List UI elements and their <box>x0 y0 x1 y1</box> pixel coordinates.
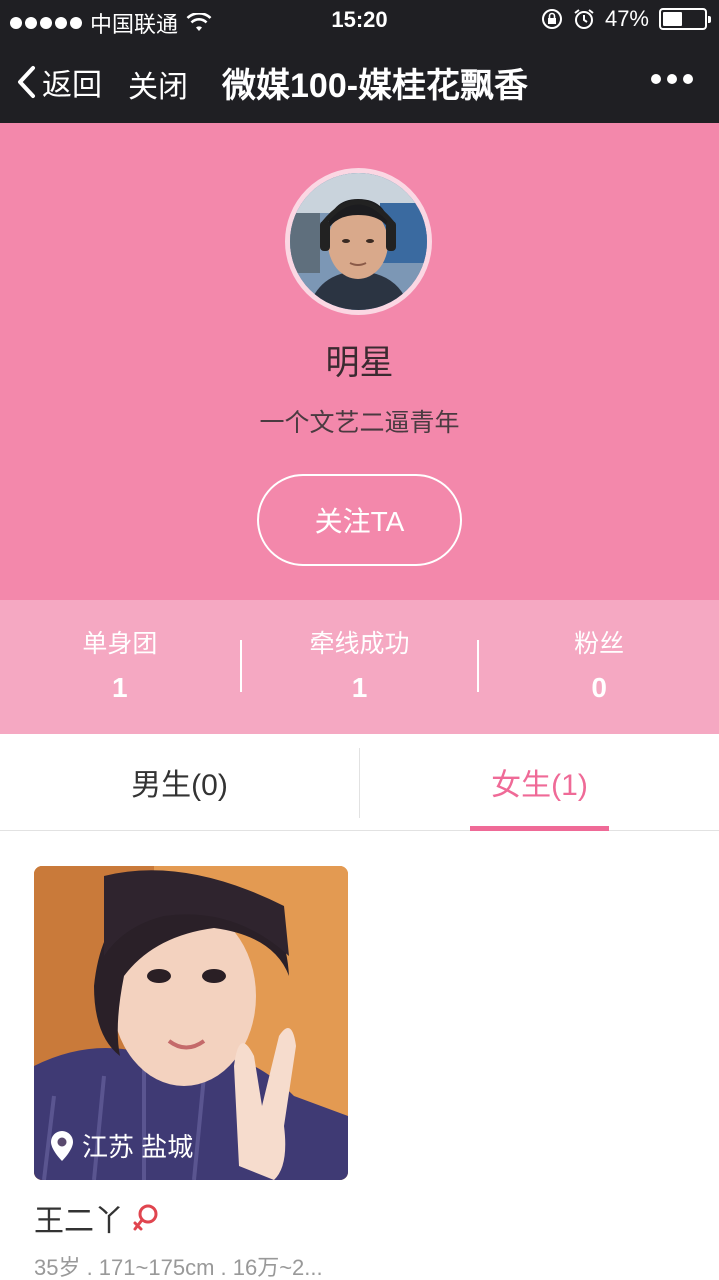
battery-fill <box>663 12 682 26</box>
stat-value: 1 <box>112 672 128 703</box>
member-photo[interactable]: 江苏 盐城 <box>34 866 348 1180</box>
member-name: 王二丫 <box>34 1205 124 1238</box>
member-card[interactable]: 江苏 盐城 王二丫 35岁 . 171~175cm . 16万~2... <box>34 866 348 1280</box>
stat-label: 单身团 <box>82 630 158 658</box>
stat-single-group[interactable]: 单身团 1 <box>0 600 240 734</box>
stat-label: 粉丝 <box>574 630 625 658</box>
stat-matched[interactable]: 牵线成功 1 <box>239 600 480 734</box>
back-label: 返回 <box>42 69 102 102</box>
tab-male[interactable]: 男生(0) <box>0 734 359 830</box>
location-pin-icon <box>51 1130 73 1161</box>
status-bar: 中国联通 15:20 47% <box>0 0 719 40</box>
nav-bar: 返回 关闭 微媒100-媒桂花飘香 <box>0 40 719 123</box>
close-button[interactable]: 关闭 <box>128 62 188 106</box>
back-button[interactable]: 返回 <box>16 60 102 104</box>
member-location: 江苏 盐城 <box>50 1127 193 1164</box>
female-symbol-icon <box>133 1204 158 1231</box>
chevron-left-icon <box>18 66 35 98</box>
follow-button[interactable]: 关注TA <box>257 474 462 566</box>
rotation-lock-icon <box>541 9 562 29</box>
profile-header: 明星 一个文艺二逼青年 关注TA <box>0 123 719 600</box>
alarm-icon <box>574 9 594 29</box>
battery-icon <box>659 8 711 30</box>
tab-female[interactable]: 女生(1) <box>360 734 719 830</box>
location-label: 江苏 盐城 <box>82 1132 194 1162</box>
stat-label: 牵线成功 <box>309 630 410 658</box>
avatar[interactable] <box>285 168 432 315</box>
more-options-icon[interactable] <box>651 74 693 84</box>
stat-value: 0 <box>591 672 607 703</box>
gender-tabs: 男生(0) 女生(1) <box>0 734 719 831</box>
profile-bio: 一个文艺二逼青年 <box>259 409 460 437</box>
stat-fans[interactable]: 粉丝 0 <box>479 600 719 734</box>
page-title: 微媒100-媒桂花飘香 <box>222 67 529 105</box>
avatar-photo <box>290 173 427 310</box>
active-tab-indicator <box>470 826 609 831</box>
battery-percent: 47% <box>604 6 649 31</box>
member-info: 35岁 . 171~175cm . 16万~2... <box>34 1255 323 1280</box>
member-name-row: 王二丫 <box>34 1196 348 1240</box>
stats-bar: 单身团 1 牵线成功 1 粉丝 0 <box>0 600 719 734</box>
status-right: 47% <box>541 6 711 32</box>
profile-name: 明星 <box>325 344 394 382</box>
stat-value: 1 <box>351 672 368 703</box>
